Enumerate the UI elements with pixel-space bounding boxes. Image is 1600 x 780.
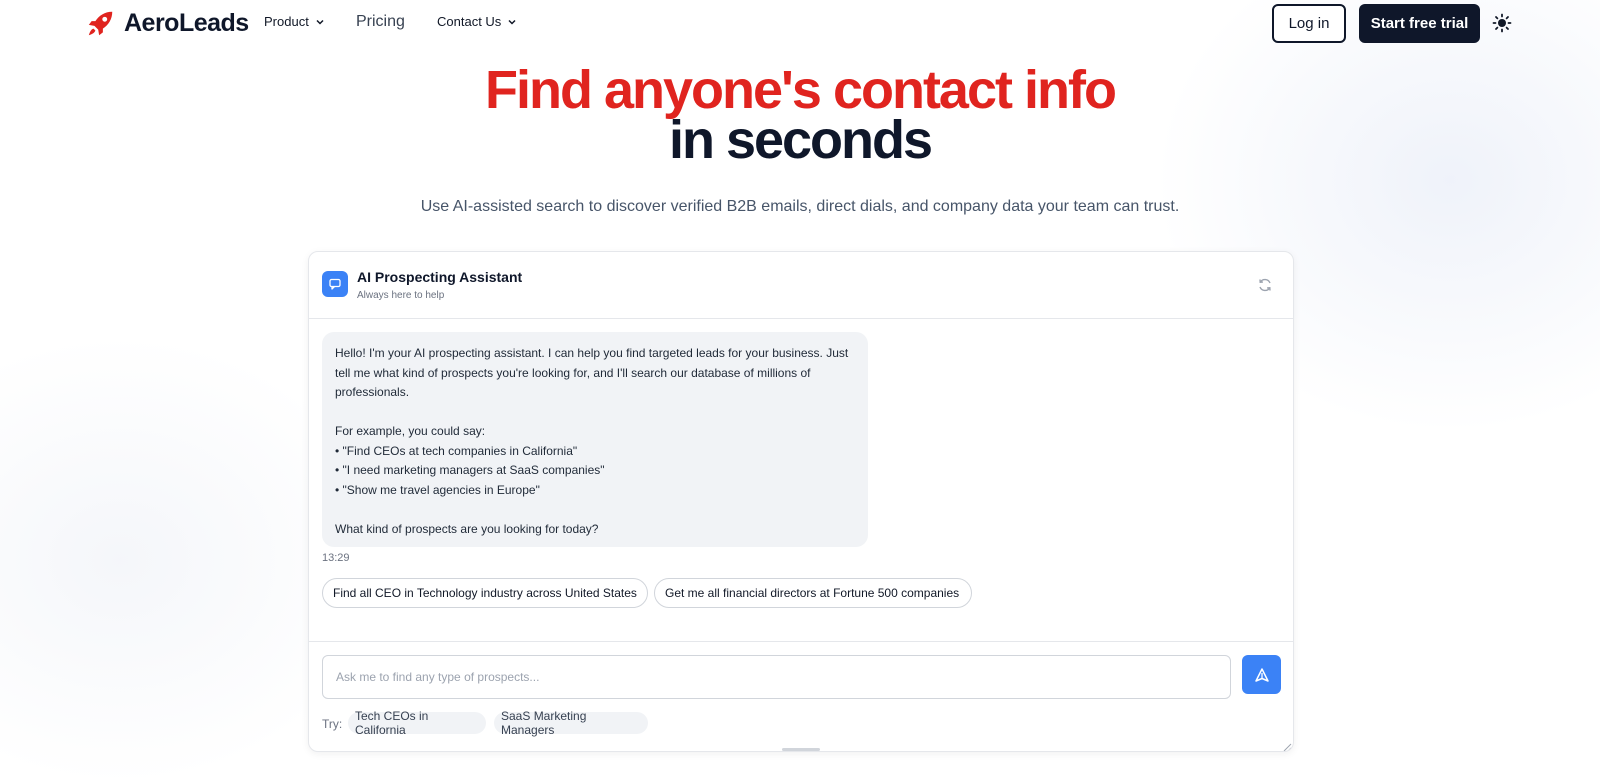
prompt-input[interactable] — [322, 655, 1231, 699]
send-icon — [1254, 667, 1269, 682]
chat-subtitle: Always here to help — [357, 290, 445, 301]
nav-product[interactable]: Product — [264, 14, 325, 29]
chat-bubble-icon — [329, 278, 341, 290]
chevron-down-icon — [316, 19, 324, 25]
login-button[interactable]: Log in — [1272, 4, 1346, 43]
brand-name: AeroLeads — [124, 8, 249, 37]
sun-icon[interactable] — [1492, 13, 1512, 33]
drag-handle[interactable] — [782, 748, 820, 751]
hero-headline-secondary: in seconds — [668, 110, 933, 170]
chat-input-area: Try: Tech CEOs in California SaaS Market… — [309, 641, 1293, 752]
try-chip[interactable]: SaaS Marketing Managers — [494, 709, 648, 737]
try-chip[interactable]: Tech CEOs in California — [348, 709, 486, 737]
hero-subtitle: Use AI-assisted search to discover verif… — [420, 198, 1180, 215]
rocket-icon — [88, 11, 113, 36]
chat-title: AI Prospecting Assistant — [357, 269, 523, 285]
message-paragraph: What kind of prospects are you looking f… — [335, 521, 599, 536]
refresh-icon[interactable] — [1257, 277, 1273, 293]
chevron-down-icon — [508, 19, 516, 25]
nav-product-label: Product — [264, 14, 309, 29]
message-paragraph: For example, you could say: • "Find CEOs… — [335, 424, 605, 497]
send-button[interactable] — [1242, 655, 1281, 694]
assistant-avatar — [322, 271, 348, 297]
nav-pricing[interactable]: Pricing — [356, 13, 405, 31]
suggestion-chip[interactable]: Find all CEO in Technology industry acro… — [322, 578, 648, 608]
suggestion-chip[interactable]: Get me all financial directors at Fortun… — [654, 578, 972, 608]
nav-contact-label: Contact Us — [437, 14, 502, 29]
nav-contact[interactable]: Contact Us — [437, 14, 517, 29]
message-timestamp: 13:29 — [322, 552, 350, 564]
brand-logo[interactable]: AeroLeads — [86, 8, 249, 38]
chat-widget: AI Prospecting Assistant Always here to … — [308, 251, 1294, 752]
assistant-message: Hello! I'm your AI prospecting assistant… — [322, 332, 868, 547]
try-label: Try: — [322, 717, 343, 731]
resize-grip-icon[interactable] — [1282, 742, 1292, 752]
start-trial-button[interactable]: Start free trial — [1359, 4, 1480, 43]
chat-header: AI Prospecting Assistant Always here to … — [309, 252, 1293, 319]
top-navbar: AeroLeads Product Pricing Contact Us Log… — [0, 0, 1600, 48]
nav-pricing-label: Pricing — [356, 13, 405, 30]
message-paragraph: Hello! I'm your AI prospecting assistant… — [335, 346, 849, 399]
